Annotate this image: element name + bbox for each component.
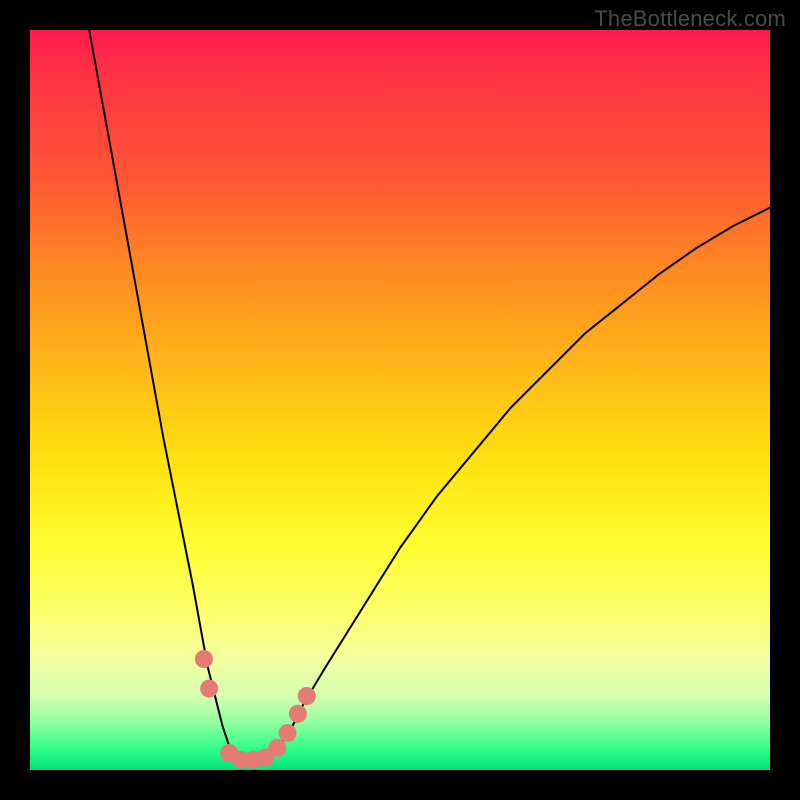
bottleneck-gradient-plot [30, 30, 770, 770]
curve-svg [30, 30, 770, 770]
curve-marker [289, 705, 307, 723]
curve-marker [195, 650, 213, 668]
curve-marker [298, 687, 316, 705]
curve-marker [268, 739, 286, 757]
curve-marker [279, 724, 297, 742]
watermark-label: TheBottleneck.com [594, 6, 786, 32]
curve-markers [195, 650, 316, 769]
bottleneck-curve [89, 30, 770, 763]
curve-marker [200, 680, 218, 698]
